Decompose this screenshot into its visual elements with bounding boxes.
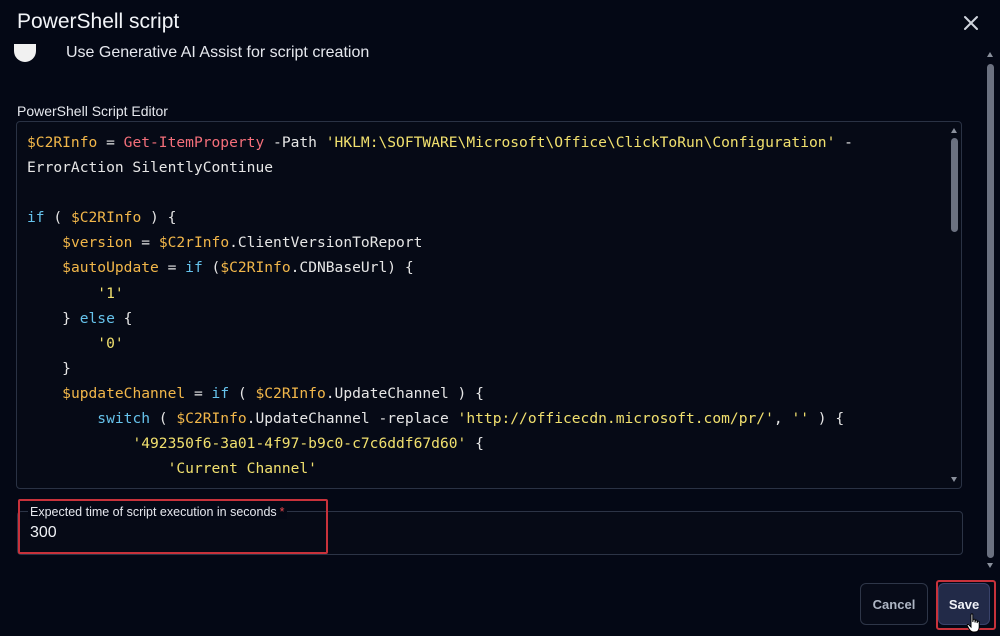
code-token: $updateChannel [62,384,186,402]
code-token: = [97,134,124,151]
code-token: if [185,259,203,277]
editor-scroll-thumb[interactable] [951,138,958,232]
code-token: -Path [264,134,326,151]
code-token: .UpdateChannel ) { [325,384,484,402]
page-scrollbar[interactable] [985,52,997,568]
code-token: ) { [809,410,845,428]
code-line[interactable]: '0' [27,331,943,356]
code-line[interactable]: $C2RInfo = Get-ItemProperty -Path 'HKLM:… [27,130,943,155]
code-line[interactable]: '492350f6-3a01-4f97-b9c0-c7c6ddf67d60' { [27,431,943,456]
editor-scroll-down-icon[interactable] [951,477,957,482]
code-line[interactable]: switch ( $C2RInfo.UpdateChannel -replace… [27,406,943,431]
code-line[interactable] [27,180,943,205]
code-line[interactable]: $updateChannel = if ( $C2RInfo.UpdateCha… [27,381,943,406]
code-line[interactable]: $autoUpdate = if ($C2RInfo.CDNBaseUrl) { [27,255,943,280]
code-line[interactable]: if ( $C2RInfo ) { [27,205,943,230]
page-scroll-thumb[interactable] [987,64,994,558]
code-token: $C2rInfo [158,234,230,252]
code-line[interactable]: $version = $C2rInfo.ClientVersionToRepor… [27,230,943,255]
code-token: ErrorAction SilentlyContinue [27,159,274,177]
code-token: ( [44,209,71,227]
code-token: ( [229,384,256,402]
code-line[interactable]: ErrorAction SilentlyContinue [27,155,943,180]
code-token: '492350f6-3a01-4f97-b9c0-c7c6ddf67d60' [132,435,467,453]
code-token: '' [791,410,810,428]
page-scroll-up-icon[interactable] [987,52,993,57]
code-token: { [466,435,484,453]
code-token: 'Current Channel' [167,460,317,478]
code-token: if [27,209,45,227]
code-token: { [114,309,133,327]
code-token: switch [97,410,151,428]
code-token: } [27,309,80,327]
code-token: $C2RInfo [27,134,98,151]
code-token: - [835,134,853,151]
code-token: $version [62,234,133,252]
code-area[interactable]: $C2RInfo = Get-ItemProperty -Path 'HKLM:… [27,130,943,481]
code-token: 'http://officecdn.microsoft.com/pr/' [457,410,774,428]
code-token: = [185,384,212,402]
code-token: $C2RInfo [70,209,142,227]
code-line[interactable]: } else { [27,306,943,331]
gen-ai-toggle[interactable] [14,44,36,62]
code-token: $C2RInfo [220,259,291,277]
code-token: , [773,410,792,428]
code-token: } [27,359,71,377]
editor-scroll-up-icon[interactable] [951,128,957,133]
save-button[interactable]: Save [938,583,990,625]
close-icon[interactable] [960,12,982,34]
highlight-box-exec [18,499,328,554]
code-token: $autoUpdate [62,259,159,277]
editor-label: PowerShell Script Editor [17,103,168,119]
code-line[interactable]: '1' [27,281,943,306]
code-token: 'HKLM:\SOFTWARE\Microsoft\Office\ClickTo… [325,134,836,151]
script-editor[interactable]: $C2RInfo = Get-ItemProperty -Path 'HKLM:… [16,121,962,489]
code-token: .UpdateChannel -replace [246,410,458,428]
code-token: else [79,309,115,327]
code-line[interactable]: 'Current Channel' [27,456,943,481]
code-token: $C2RInfo [255,384,326,402]
gen-ai-label: Use Generative AI Assist for script crea… [66,44,370,61]
code-token: .CDNBaseUrl) { [290,259,414,277]
code-token: ) { [141,209,177,227]
code-token: $C2RInfo [176,410,247,428]
code-token: = [132,234,159,252]
code-token: '0' [97,334,124,352]
code-line[interactable]: } [27,356,943,381]
page-scroll-down-icon[interactable] [987,563,993,568]
code-token: '1' [97,284,124,302]
editor-scrollbar[interactable] [950,128,959,482]
code-token: ( [202,259,221,277]
code-token: .ClientVersionToReport [229,234,423,252]
code-token: = [158,259,186,277]
code-token: if [211,384,230,402]
dialog-title: PowerShell script [17,10,180,33]
code-token: Get-ItemProperty [123,134,265,151]
cancel-button[interactable]: Cancel [860,583,928,625]
code-token: ( [150,410,177,428]
